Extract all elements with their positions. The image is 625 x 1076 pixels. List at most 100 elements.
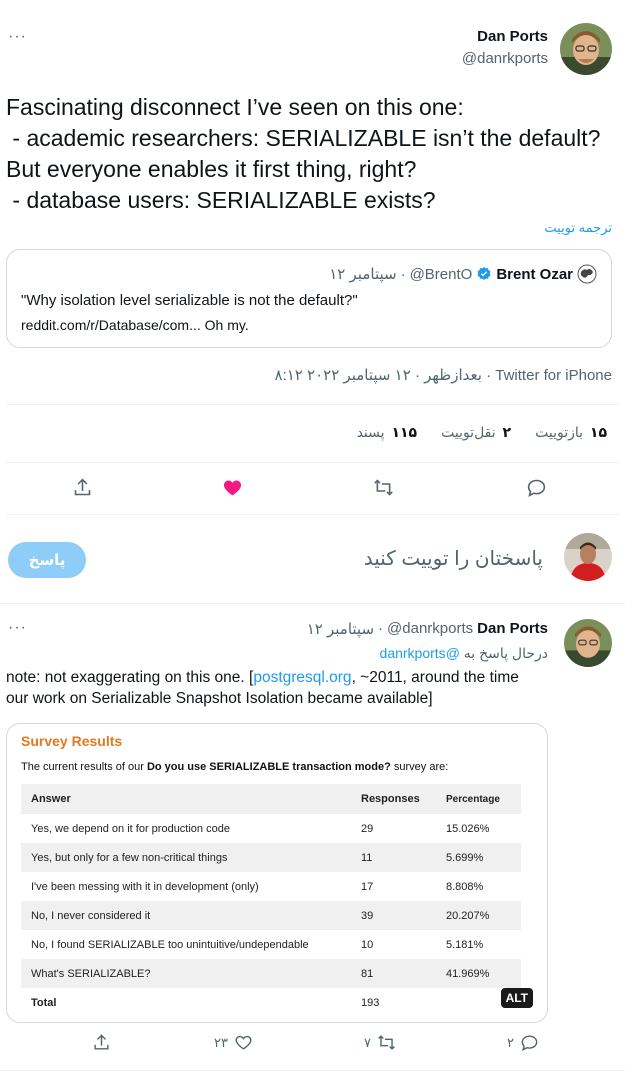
table-cell: No, I never considered it bbox=[31, 909, 151, 922]
table-cell: Yes, but only for a few non-critical thi… bbox=[31, 851, 228, 864]
replying-to: درحال پاسخ به @danrkports bbox=[380, 645, 548, 662]
attached-image[interactable]: Survey Results The current results of ou… bbox=[6, 723, 548, 1023]
share-button[interactable] bbox=[68, 473, 96, 501]
author-name[interactable]: Dan Ports bbox=[477, 28, 548, 45]
reply-composer-input[interactable]: پاسختان را توییت کنید bbox=[364, 546, 543, 571]
retweets-count: ۱۵ bbox=[589, 424, 607, 440]
reply-submit-button[interactable]: پاسخ bbox=[8, 542, 86, 578]
divider bbox=[0, 603, 625, 604]
reply-author-name[interactable]: Dan Ports bbox=[477, 620, 548, 638]
like-button[interactable] bbox=[218, 473, 246, 501]
reply-button[interactable] bbox=[522, 473, 550, 501]
alt-text-badge[interactable]: ALT bbox=[500, 988, 533, 1008]
table-cell: 11 bbox=[361, 851, 373, 864]
verified-badge-icon bbox=[477, 267, 491, 280]
divider bbox=[6, 404, 619, 405]
table-cell: 17 bbox=[361, 880, 374, 893]
reply-icon bbox=[527, 479, 545, 497]
like-button[interactable]: ۲۳ bbox=[214, 1033, 253, 1052]
table-cell: 20.207% bbox=[446, 909, 490, 922]
table-cell: 41.969% bbox=[446, 967, 490, 980]
heart-filled-icon bbox=[223, 480, 241, 495]
reply-text-before: note: not exaggerating on this one. [ bbox=[6, 669, 254, 686]
table-cell: Yes, we depend on it for production code bbox=[31, 822, 230, 835]
reply-tweet-text: note: not exaggerating on this one. [pos… bbox=[6, 667, 526, 709]
survey-subtitle-bold: Do you use SERIALIZABLE transaction mode… bbox=[146, 761, 391, 773]
table-header-cell: Answer bbox=[31, 793, 71, 805]
divider bbox=[6, 462, 619, 463]
replying-to-prefix: درحال پاسخ به bbox=[463, 645, 548, 661]
author-handle[interactable]: @danrkports bbox=[462, 50, 548, 67]
more-options-icon[interactable]: ··· bbox=[8, 619, 27, 637]
table-row: Yes, but only for a few non-critical thi… bbox=[21, 843, 521, 872]
retweets-label: بازتوییت bbox=[535, 424, 584, 440]
survey-table: Answer Responses Percentage Yes, we depe… bbox=[21, 784, 521, 1017]
quoted-author-avatar-icon bbox=[577, 264, 597, 284]
retweet-button[interactable] bbox=[369, 473, 397, 501]
user-avatar[interactable] bbox=[564, 533, 612, 581]
table-row: Yes, we depend on it for production code… bbox=[21, 814, 521, 843]
reply-author-handle[interactable]: @danrkports bbox=[387, 620, 473, 638]
table-header-row: Answer Responses Percentage bbox=[21, 784, 521, 814]
divider bbox=[0, 1070, 625, 1071]
reply-tweet-header: ۱۲ سپتامبر · @danrkports Dan Ports bbox=[307, 620, 548, 638]
reply-tweet-date[interactable]: ۱۲ سپتامبر bbox=[307, 620, 374, 638]
survey-subtitle-prefix: The current results of our bbox=[21, 761, 147, 773]
table-cell: 5.699% bbox=[446, 851, 484, 864]
more-options-icon[interactable]: ··· bbox=[8, 28, 27, 46]
quoted-author-handle: @BrentO bbox=[409, 265, 473, 283]
author-avatar[interactable] bbox=[560, 23, 612, 75]
separator-dot: · bbox=[378, 620, 384, 637]
table-row: No, I never considered it 39 20.207% bbox=[21, 901, 521, 930]
tweet-stats: ۱۵ بازتوییت ۲ نقل‌توییت ۱۱۵ پسند bbox=[357, 424, 607, 441]
separator-dot: · bbox=[400, 265, 406, 283]
translate-link[interactable]: ترجمه توییت bbox=[544, 220, 612, 236]
table-cell: I've been messing with it in development… bbox=[31, 880, 259, 893]
table-header-cell: Responses bbox=[361, 793, 420, 805]
likes-label: پسند bbox=[356, 424, 385, 440]
quoted-tweet-header: ۱۲ سپتامبر · @BrentO Brent Ozar bbox=[329, 264, 597, 284]
share-icon bbox=[94, 1034, 109, 1050]
reply-icon bbox=[521, 1035, 538, 1051]
reply-button[interactable]: ۲ bbox=[507, 1033, 539, 1052]
survey-title: Survey Results bbox=[21, 733, 123, 749]
replying-to-handle-link[interactable]: @danrkports bbox=[380, 645, 460, 661]
quotes-label: نقل‌توییت bbox=[441, 424, 496, 440]
quoted-tweet-text: "Why isolation level serializable is not… bbox=[21, 292, 358, 309]
quoted-tweet-link[interactable]: reddit.com/r/Database/com... Oh my. bbox=[21, 317, 249, 333]
table-total-row: Total 193 bbox=[21, 988, 521, 1017]
likes-count: ۱۱۵ bbox=[391, 424, 418, 440]
table-row: What's SERIALIZABLE? 81 41.969% bbox=[21, 959, 521, 988]
table-cell: 8.808% bbox=[446, 880, 484, 893]
heart-icon bbox=[235, 1035, 252, 1050]
tweet-timestamp[interactable]: ۸:۱۲ بعدازظهر · ۱۲ سپتامبر ۲۰۲۲ · Twitte… bbox=[275, 366, 612, 384]
table-cell: 193 bbox=[361, 996, 380, 1009]
tweet-text: Fascinating disconnect I’ve seen on this… bbox=[6, 94, 601, 213]
table-cell: 39 bbox=[361, 909, 374, 922]
avatar-image bbox=[560, 23, 612, 75]
retweets-stat[interactable]: ۱۵ بازتوییت bbox=[535, 424, 607, 441]
table-row: I've been messing with it in development… bbox=[21, 872, 521, 901]
survey-subtitle-suffix: survey are: bbox=[390, 761, 449, 773]
table-cell: 81 bbox=[361, 967, 374, 980]
share-icon bbox=[74, 478, 90, 495]
retweet-icon bbox=[378, 1035, 395, 1050]
likes-stat[interactable]: ۱۱۵ پسند bbox=[357, 424, 418, 441]
table-cell: 15.026% bbox=[446, 822, 490, 835]
quotes-count: ۲ bbox=[502, 424, 512, 440]
survey-subtitle: The current results of our Do you use SE… bbox=[21, 761, 448, 773]
quoted-tweet-card[interactable]: ۱۲ سپتامبر · @BrentO Brent Ozar "Why iso… bbox=[6, 249, 612, 348]
avatar-image bbox=[564, 619, 612, 667]
table-cell: No, I found SERIALIZABLE too unintuitive… bbox=[31, 938, 309, 951]
quoted-author-name: Brent Ozar bbox=[496, 265, 573, 283]
retweet-icon bbox=[373, 478, 393, 496]
divider bbox=[6, 514, 619, 515]
share-button[interactable] bbox=[92, 1033, 111, 1052]
table-row: No, I found SERIALIZABLE too unintuitive… bbox=[21, 930, 521, 959]
table-cell: 10 bbox=[361, 938, 374, 951]
author-avatar[interactable] bbox=[564, 619, 612, 667]
postgresql-link[interactable]: postgresql.org bbox=[253, 669, 351, 686]
quotes-stat[interactable]: ۲ نقل‌توییت bbox=[441, 424, 511, 441]
retweet-button[interactable]: ۷ bbox=[364, 1033, 396, 1052]
table-cell: What's SERIALIZABLE? bbox=[31, 967, 151, 980]
